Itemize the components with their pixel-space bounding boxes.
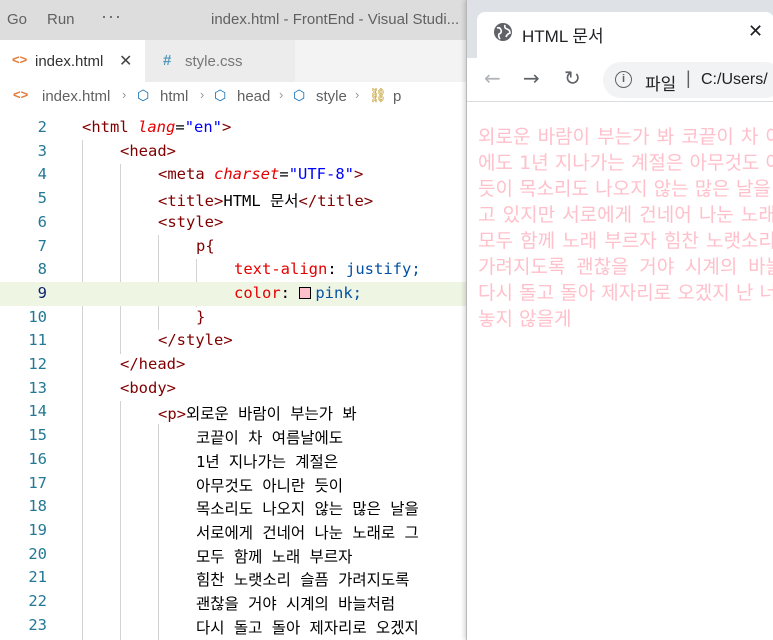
breadcrumb-item-head[interactable]: head <box>237 88 270 105</box>
close-icon[interactable]: ✕ <box>748 21 763 42</box>
close-icon[interactable]: ✕ <box>119 51 132 71</box>
tag-name: style <box>176 331 224 350</box>
cube-icon: ⬡ <box>214 87 227 103</box>
chevron-right-icon: › <box>279 87 284 102</box>
lyric-text: 아무것도 아니란 듯이 <box>196 476 344 495</box>
lyric-text: 괜찮을 거야 시계의 바늘처럼 <box>196 595 396 613</box>
lyric-text: 서로에게 건네어 나눈 노래로 그 <box>196 523 419 542</box>
menu-run[interactable]: Run <box>47 11 75 28</box>
chevron-right-icon: › <box>200 87 205 102</box>
reload-icon[interactable]: ↻ <box>564 66 581 90</box>
browser-tab-strip: HTML 문서 ✕ <box>467 0 773 58</box>
chevron-right-icon: › <box>122 87 127 102</box>
chevron-right-icon: › <box>355 87 360 102</box>
color-swatch-icon[interactable] <box>299 286 312 299</box>
tab-index-html[interactable]: <> index.html ✕ <box>0 40 145 82</box>
lyric-text: 외로운 바람이 부는가 봐 <box>186 405 357 424</box>
browser-toolbar: ← → ↻ i 파일 | C:/Users/ <box>467 58 773 102</box>
tab-label: style.css <box>185 53 243 70</box>
tag-name: style <box>167 212 215 231</box>
info-icon[interactable]: i <box>615 71 632 88</box>
tag-name: title <box>167 192 215 211</box>
lyric-text: 목소리도 나오지 않는 많은 날을 <box>196 500 419 519</box>
page-paragraph: 외로운 바람이 부는가 봐 코끝이 차 여름날에도 1년 지나가는 계절은 아무… <box>478 126 773 330</box>
tab-label: index.html <box>35 53 104 70</box>
globe-icon <box>493 22 513 46</box>
line-number: 12 <box>28 355 47 373</box>
lyric-text: 1년 지나가는 계절은 <box>196 452 339 471</box>
address-bar[interactable]: i 파일 | C:/Users/ <box>603 62 773 98</box>
css-brace: } <box>196 307 206 326</box>
lyric-text: 다시 돌고 돌아 제자리로 오겠지 <box>196 618 419 637</box>
tag-name: head <box>129 141 167 160</box>
line-number: 16 <box>28 449 47 468</box>
line-number: 21 <box>28 568 47 587</box>
line-number: 22 <box>28 592 47 610</box>
line-number: 19 <box>28 520 47 539</box>
line-number: 5 <box>37 189 47 208</box>
breadcrumb-item-style[interactable]: style <box>316 88 347 105</box>
line-number: 23 <box>28 615 47 634</box>
tag-name: p <box>167 405 177 424</box>
lyric-text: 코끝이 차 여름날에도 <box>196 429 344 448</box>
lyric-text: 힘찬 노랫소리 슬픔 가려지도록 <box>196 571 410 590</box>
css-file-icon: # <box>163 52 172 69</box>
tag-name: meta <box>167 165 205 184</box>
html-file-icon: <> <box>13 87 29 102</box>
tab-style-css[interactable]: # style.css <box>145 40 295 82</box>
page-viewport: 외로운 바람이 부는가 봐 코끝이 차 여름날에도 1년 지나가는 계절은 아무… <box>467 103 773 640</box>
line-number: 14 <box>28 402 47 421</box>
line-number: 11 <box>28 331 47 350</box>
url-text: C:/Users/ <box>701 71 768 88</box>
line-number: 18 <box>28 497 47 516</box>
css-property: color <box>234 283 281 302</box>
browser-tab-title: HTML 문서 <box>522 27 604 46</box>
url-scheme-label: 파일 <box>645 75 677 94</box>
lyric-text: 모두 함께 노래 부르자 <box>196 547 353 566</box>
breadcrumb-item-p[interactable]: p <box>393 88 401 105</box>
tag-name: head <box>138 355 176 373</box>
line-number: 6 <box>37 212 47 231</box>
css-value: justify; <box>346 260 421 279</box>
line-number: 15 <box>28 426 47 445</box>
line-number: 3 <box>37 141 47 160</box>
title-text: HTML 문서 <box>223 192 299 211</box>
line-number: 4 <box>37 165 47 184</box>
attr-value: "UTF-8" <box>288 165 355 184</box>
line-number: 17 <box>28 473 47 492</box>
attr-value: "en" <box>184 118 223 136</box>
attr-name: lang <box>138 118 176 136</box>
breadcrumb-item-file[interactable]: index.html <box>42 88 110 105</box>
line-number: 10 <box>28 307 47 326</box>
cube-icon: ⬡ <box>137 87 150 103</box>
separator: | <box>686 68 691 88</box>
line-number: 20 <box>28 544 47 563</box>
attr-name: charset <box>214 165 280 184</box>
browser-tab[interactable]: HTML 문서 ✕ <box>477 12 773 58</box>
line-number: 8 <box>37 260 47 279</box>
css-selector: p{ <box>196 236 215 255</box>
line-number: 13 <box>28 378 47 397</box>
browser-window: HTML 문서 ✕ ← → ↻ i 파일 | C:/Users/ 외로운 바람이… <box>466 0 773 640</box>
line-number: 2 <box>37 118 47 136</box>
css-value: pink; <box>315 283 363 302</box>
line-number: 9 <box>37 283 47 302</box>
selector-icon: ⛓ <box>369 87 387 103</box>
cube-icon: ⬡ <box>293 87 306 103</box>
menu-go[interactable]: Go <box>7 11 27 28</box>
window-title: index.html - FrontEnd - Visual Studi... <box>211 11 460 28</box>
tag-name: body <box>129 378 167 397</box>
html-file-icon: <> <box>12 52 28 67</box>
line-number: 7 <box>37 236 47 255</box>
breadcrumb-item-html[interactable]: html <box>160 88 188 105</box>
css-property: text-align <box>234 260 328 279</box>
forward-arrow-icon[interactable]: → <box>523 66 540 90</box>
tag-name: html <box>91 118 129 136</box>
menu-more-icon[interactable]: ··· <box>101 6 122 27</box>
tag-name: title <box>317 192 364 211</box>
back-arrow-icon[interactable]: ← <box>484 66 501 90</box>
